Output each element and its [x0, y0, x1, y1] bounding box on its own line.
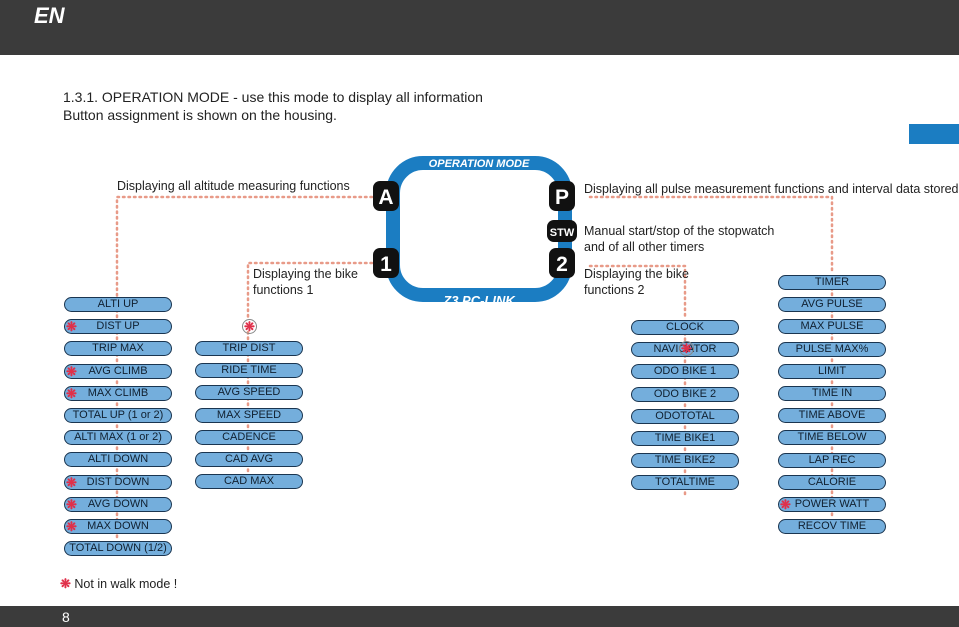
- bike1-item: MAX SPEED: [195, 407, 303, 423]
- bike1-item: TRIP DIST: [195, 341, 303, 356]
- pulse-item: POWER WATT: [778, 497, 886, 512]
- bike2-item: CLOCK: [631, 320, 739, 335]
- bike1-annotation-2: functions 1: [253, 283, 314, 297]
- altitude-item: MAX CLIMB: [64, 385, 172, 401]
- pulse-item: LIMIT: [778, 363, 886, 379]
- bike2-annotation-2: functions 2: [584, 283, 645, 297]
- stw-annotation-2: and of all other timers: [584, 240, 705, 254]
- footer-bar: 8: [0, 606, 959, 627]
- asterisk-icon: ❋: [66, 474, 77, 490]
- svg-text:1: 1: [380, 253, 392, 276]
- pulse-item: MAX PULSE: [778, 319, 886, 335]
- bike2-item: TIME BIKE1: [631, 431, 739, 446]
- asterisk-icon: ❋: [780, 497, 791, 512]
- pulse-item: TIMER: [778, 275, 886, 290]
- altitude-item: ALTI MAX (1 or 2): [64, 430, 172, 446]
- bike1-item: CADENCE: [195, 429, 303, 445]
- pulse-item: AVG PULSE: [778, 297, 886, 313]
- bike1-walk-mode-marker: ❋: [242, 319, 257, 334]
- legend-text: Not in walk mode !: [74, 577, 178, 591]
- device-top-label: OPERATION MODE: [429, 158, 530, 170]
- altitude-item: ALTI DOWN: [64, 452, 172, 468]
- bike1-item: AVG SPEED: [195, 385, 303, 401]
- device-frame: [386, 156, 572, 302]
- svg-text:A: A: [378, 186, 393, 209]
- asterisk-icon: ❋: [60, 576, 71, 591]
- altitude-annotation: Displaying all altitude measuring functi…: [117, 179, 350, 193]
- bike2-item: TOTALTIME: [631, 475, 739, 491]
- bike2-item: ODOTOTAL: [631, 408, 739, 424]
- button-p: P: [549, 181, 575, 211]
- bike2-item: ODO BIKE 1: [631, 364, 739, 380]
- pulse-item: CALORIE: [778, 474, 886, 490]
- device-bottom-label: Z3 PC-LINK: [442, 293, 516, 308]
- pulse-item: PULSE MAX%: [778, 341, 886, 357]
- button-2: 2: [549, 248, 575, 278]
- altitude-item: TRIP MAX: [64, 341, 172, 357]
- bike2-item: TIME BIKE2: [631, 453, 739, 469]
- bike2-item: ODO BIKE 2: [631, 386, 739, 402]
- altitude-item: DIST UP: [64, 319, 172, 335]
- asterisk-icon: ❋: [66, 496, 77, 512]
- bike1-item: CAD AVG: [195, 452, 303, 467]
- legend: ❋ Not in walk mode !: [60, 576, 177, 592]
- altitude-item: AVG CLIMB: [64, 363, 172, 379]
- asterisk-icon: ❋: [66, 519, 77, 534]
- pulse-item: RECOV TIME: [778, 519, 886, 535]
- pulse-annotation: Displaying all pulse measurement functio…: [584, 182, 959, 196]
- pulse-item: TIME ABOVE: [778, 408, 886, 424]
- bike2-walk-mode-marker: ❋: [679, 341, 694, 356]
- button-a: A: [373, 181, 399, 211]
- pulse-item: TIME IN: [778, 386, 886, 401]
- asterisk-icon: ❋: [66, 363, 77, 379]
- bike1-item: CAD MAX: [195, 474, 303, 490]
- altitude-item: DIST DOWN: [64, 474, 172, 490]
- altitude-item: MAX DOWN: [64, 519, 172, 534]
- page-number: 8: [62, 609, 70, 625]
- svg-text:2: 2: [556, 253, 568, 276]
- altitude-item: AVG DOWN: [64, 496, 172, 512]
- pulse-item: TIME BELOW: [778, 430, 886, 446]
- asterisk-icon: ❋: [66, 319, 77, 335]
- button-1: 1: [373, 248, 399, 278]
- asterisk-icon: ❋: [66, 385, 77, 401]
- altitude-item: TOTAL UP (1 or 2): [64, 408, 172, 423]
- bike1-item: RIDE TIME: [195, 363, 303, 379]
- altitude-item: TOTAL DOWN (1/2): [64, 541, 172, 557]
- svg-text:STW: STW: [550, 227, 575, 239]
- bike2-annotation-1: Displaying the bike: [584, 267, 689, 281]
- svg-text:P: P: [555, 186, 569, 209]
- bike1-annotation-1: Displaying the bike: [253, 267, 358, 281]
- altitude-item: ALTI UP: [64, 297, 172, 312]
- stw-annotation-1: Manual start/stop of the stopwatch: [584, 224, 775, 238]
- button-stw: STW: [547, 220, 577, 242]
- pulse-item: LAP REC: [778, 452, 886, 468]
